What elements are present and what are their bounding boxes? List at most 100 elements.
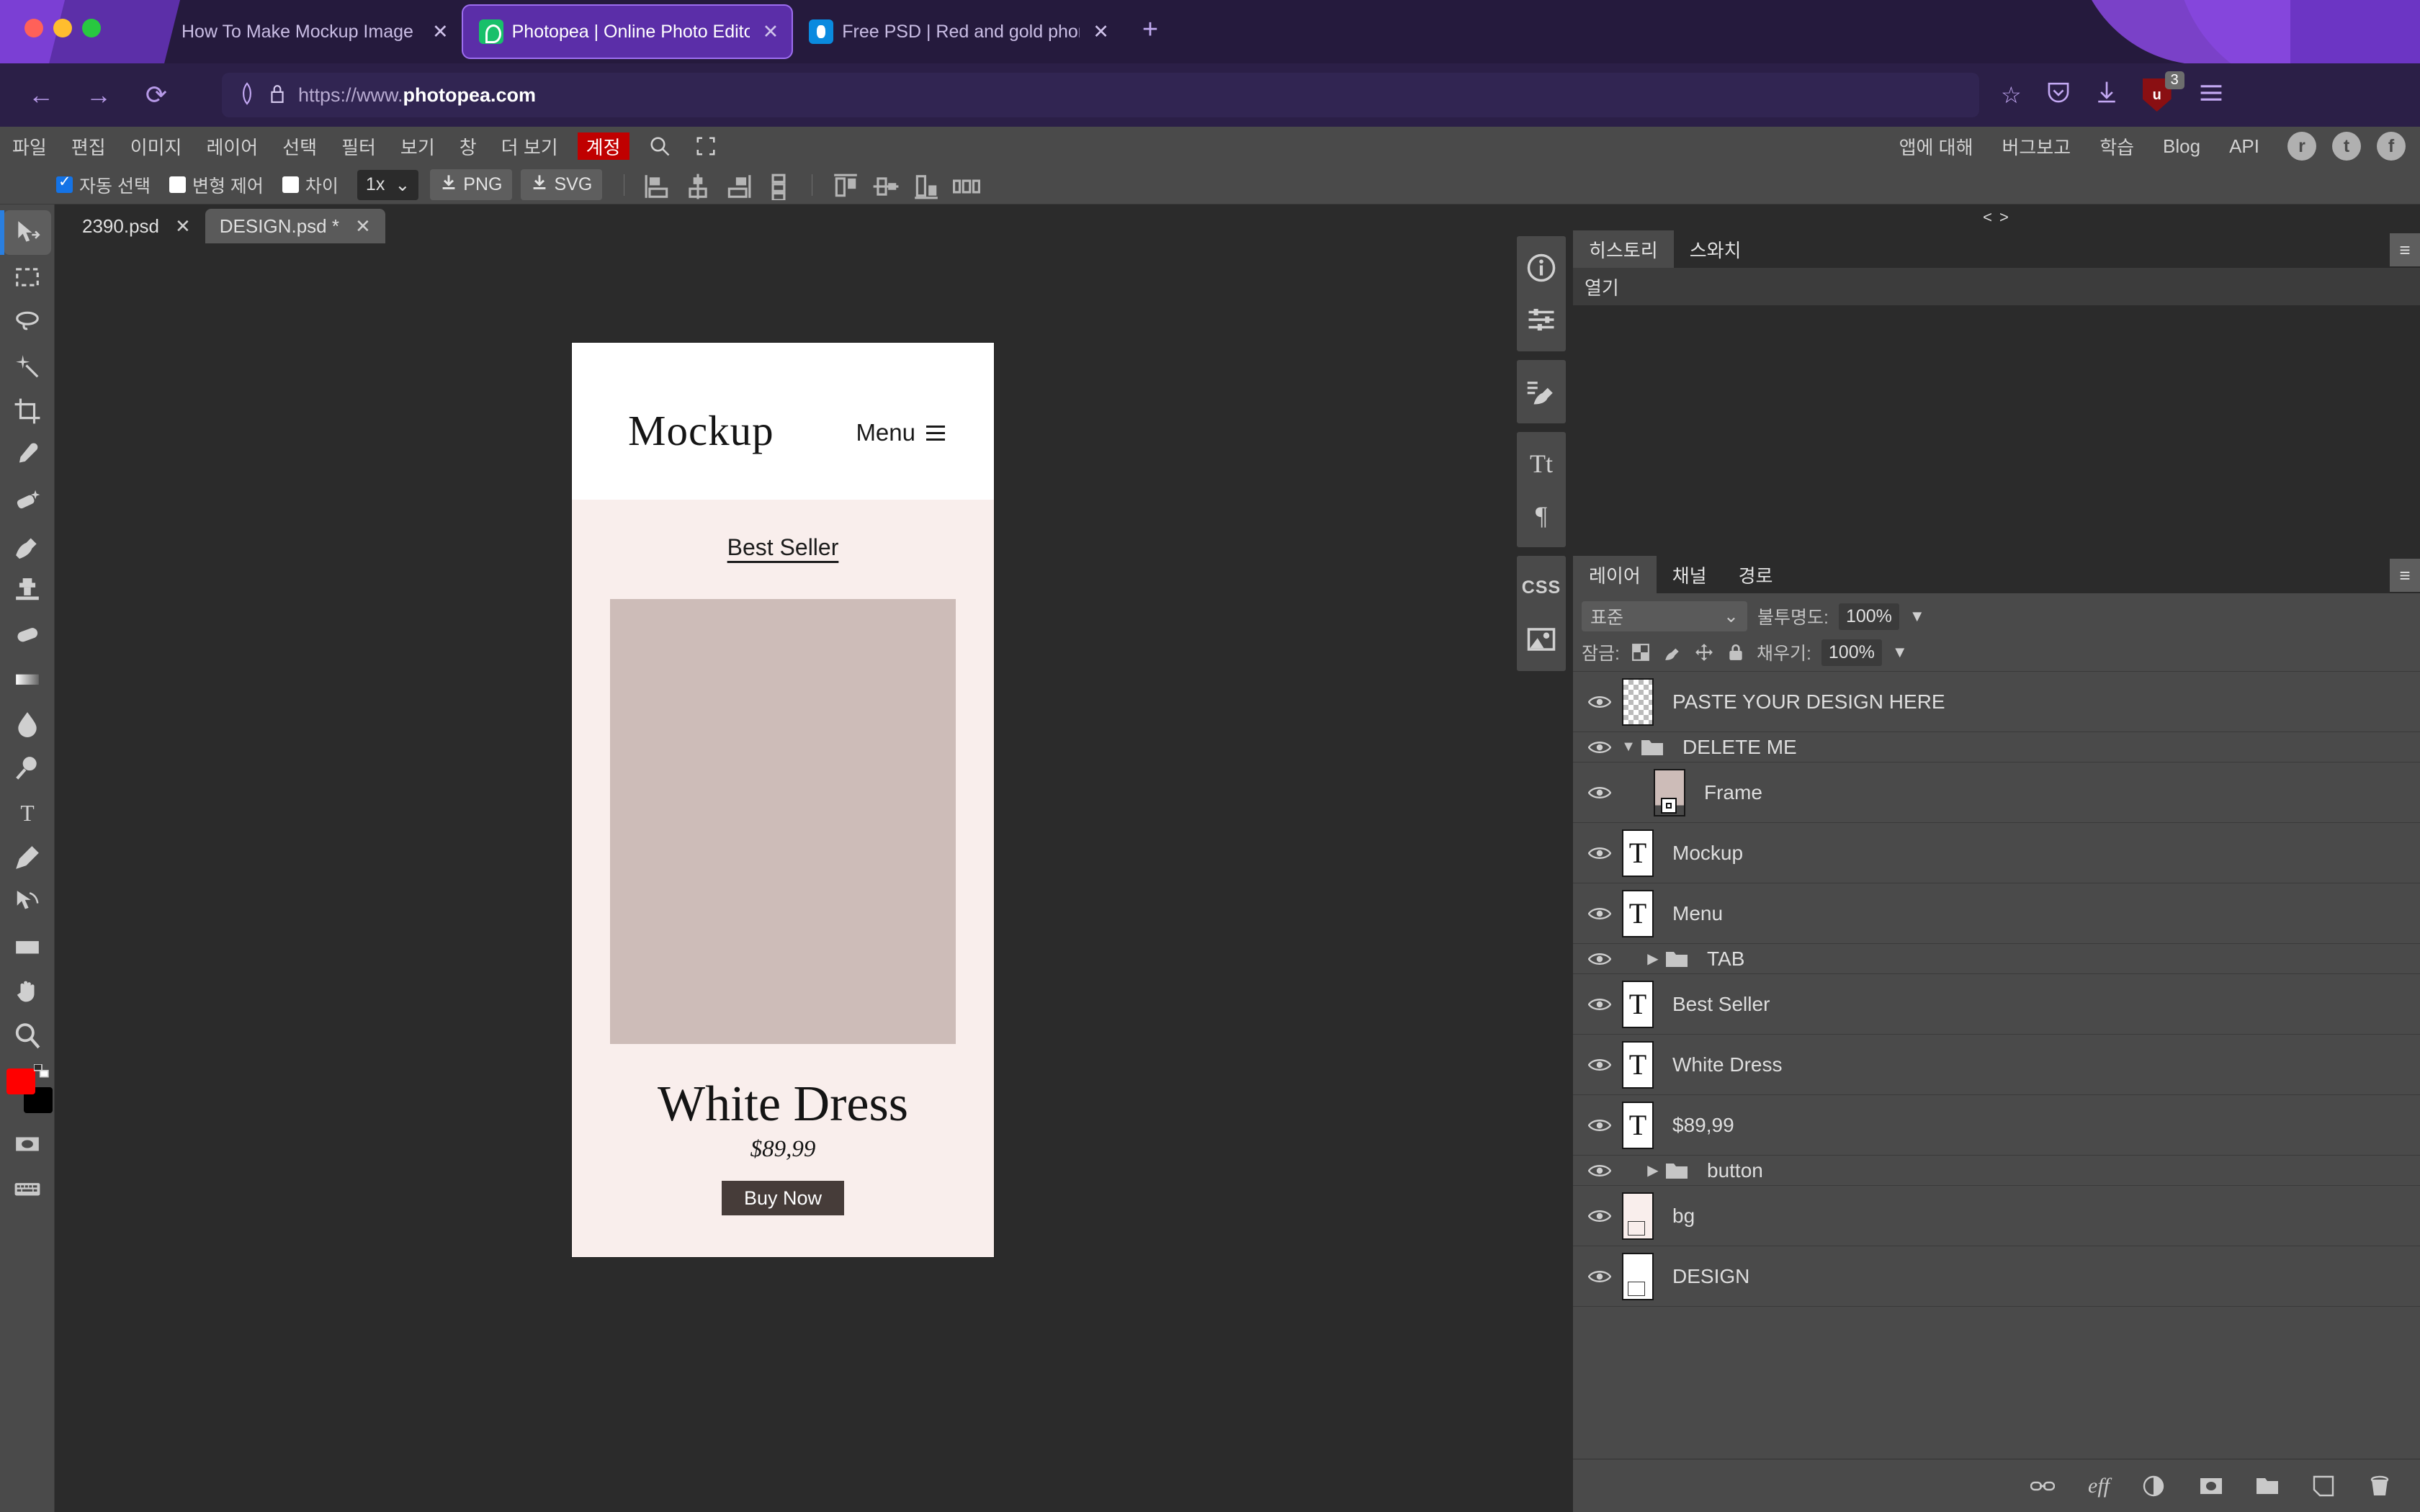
- path-selection-tool[interactable]: [4, 880, 51, 924]
- menu-edit[interactable]: 편집: [59, 127, 118, 166]
- group-expanded-icon[interactable]: ▼: [1616, 739, 1641, 755]
- close-tab-icon[interactable]: ✕: [1093, 21, 1109, 43]
- align-center-vertical-icon[interactable]: [872, 173, 900, 197]
- layer-visibility-icon[interactable]: [1583, 785, 1616, 801]
- transform-controls-option[interactable]: 변형 제어: [169, 172, 264, 198]
- link-blog[interactable]: Blog: [2151, 127, 2213, 166]
- tracking-shield-icon[interactable]: [238, 81, 256, 109]
- layer-mask-icon[interactable]: [2195, 1470, 2227, 1502]
- layer-row[interactable]: T White Dress: [1573, 1035, 2420, 1095]
- menu-select[interactable]: 선택: [270, 127, 329, 166]
- gradient-tool[interactable]: [4, 657, 51, 701]
- foreground-color-swatch[interactable]: [6, 1068, 35, 1094]
- bookmark-star-icon[interactable]: ☆: [2001, 81, 2022, 109]
- link-report-bug[interactable]: 버그보고: [1990, 127, 2084, 166]
- close-tab-icon[interactable]: ✕: [432, 21, 449, 43]
- layer-visibility-icon[interactable]: [1583, 1163, 1616, 1179]
- delete-layer-icon[interactable]: [2364, 1470, 2396, 1502]
- tab-paths[interactable]: 경로: [1723, 556, 1789, 593]
- back-button[interactable]: ←: [19, 73, 63, 117]
- browser-tab-2[interactable]: Photopea | Online Photo Editor ✕: [461, 4, 794, 59]
- link-api[interactable]: API: [2217, 127, 2272, 166]
- distribute-horizontal-icon[interactable]: [953, 173, 981, 197]
- layer-row[interactable]: T $89,99: [1573, 1095, 2420, 1156]
- layer-row[interactable]: bg: [1573, 1186, 2420, 1246]
- maximize-window-button[interactable]: [82, 19, 101, 37]
- eyedropper-tool[interactable]: [4, 433, 51, 478]
- info-icon[interactable]: [1517, 242, 1566, 294]
- menu-view[interactable]: 보기: [388, 127, 447, 166]
- align-bottom-icon[interactable]: [913, 173, 940, 199]
- panel-menu-icon[interactable]: ≡: [2390, 559, 2420, 592]
- layer-row[interactable]: PASTE YOUR DESIGN HERE: [1573, 672, 2420, 732]
- layer-row[interactable]: T Mockup: [1573, 823, 2420, 883]
- lock-position-icon[interactable]: [1693, 642, 1715, 662]
- default-colors-icon[interactable]: [32, 1063, 50, 1079]
- eraser-tool[interactable]: [4, 612, 51, 657]
- tab-layers[interactable]: 레이어: [1573, 556, 1657, 593]
- fullscreen-icon[interactable]: [683, 127, 729, 166]
- auto-select-checkbox[interactable]: [56, 173, 73, 193]
- hand-tool[interactable]: [4, 969, 51, 1014]
- transform-controls-checkbox[interactable]: [169, 176, 186, 193]
- keyboard-shortcuts-icon[interactable]: [4, 1166, 51, 1211]
- mockup-menu[interactable]: Menu: [856, 419, 945, 446]
- layer-visibility-icon[interactable]: [1583, 845, 1616, 861]
- facebook-icon[interactable]: f: [2377, 132, 2406, 161]
- mockup-buy-now-button[interactable]: Buy Now: [722, 1181, 844, 1215]
- lock-all-icon[interactable]: [1725, 642, 1747, 662]
- magic-wand-tool[interactable]: [4, 344, 51, 389]
- fill-dropdown-icon[interactable]: ▼: [1892, 643, 1908, 662]
- marquee-tool[interactable]: [4, 255, 51, 300]
- opacity-value[interactable]: 100%: [1838, 603, 1899, 630]
- minimize-window-button[interactable]: [53, 19, 72, 37]
- blend-mode-dropdown[interactable]: 표준 ⌄: [1582, 601, 1747, 631]
- layer-effects-icon[interactable]: eff: [2083, 1470, 2115, 1502]
- rectangle-tool[interactable]: [4, 924, 51, 969]
- difference-checkbox[interactable]: [282, 176, 299, 193]
- move-tool[interactable]: [0, 210, 51, 255]
- twitter-icon[interactable]: t: [2332, 132, 2361, 161]
- adjustments-icon[interactable]: [1517, 294, 1566, 346]
- panel-menu-icon[interactable]: ≡: [2390, 233, 2420, 266]
- link-layers-icon[interactable]: [2027, 1470, 2058, 1502]
- menu-more[interactable]: 더 보기: [489, 127, 570, 166]
- difference-option[interactable]: 차이: [282, 172, 339, 198]
- document-tab-2390[interactable]: 2390.psd ✕: [68, 209, 205, 243]
- close-tab-icon[interactable]: ✕: [763, 21, 779, 43]
- layer-visibility-icon[interactable]: [1583, 694, 1616, 710]
- layer-visibility-icon[interactable]: [1583, 1208, 1616, 1224]
- adjustment-layer-icon[interactable]: [2139, 1470, 2171, 1502]
- panel-collapse-left-handle[interactable]: < >: [1573, 204, 2420, 230]
- document-tab-design[interactable]: DESIGN.psd * ✕: [205, 209, 385, 243]
- reddit-icon[interactable]: r: [2287, 132, 2316, 161]
- clone-stamp-tool[interactable]: [4, 567, 51, 612]
- group-collapsed-icon[interactable]: ▶: [1641, 950, 1665, 968]
- type-tool[interactable]: T: [4, 791, 51, 835]
- layer-visibility-icon[interactable]: [1583, 739, 1616, 755]
- new-tab-button[interactable]: +: [1142, 14, 1158, 45]
- css-icon[interactable]: CSS: [1517, 562, 1566, 613]
- layer-row[interactable]: T Best Seller: [1573, 974, 2420, 1035]
- brush-settings-icon[interactable]: [1517, 366, 1566, 418]
- export-svg-button[interactable]: SVG: [521, 169, 603, 200]
- character-icon[interactable]: Tt: [1517, 438, 1566, 490]
- browser-tab-1[interactable]: How To Make Mockup Image · Devle ✕: [166, 4, 462, 59]
- canvas-area[interactable]: Mockup Menu Best Seller White Dress $89,…: [55, 243, 1510, 1512]
- address-bar[interactable]: https://www.photopea.com: [222, 73, 1979, 117]
- image-icon[interactable]: [1517, 613, 1566, 665]
- menu-window[interactable]: 창: [447, 127, 489, 166]
- account-button[interactable]: 계정: [577, 132, 629, 160]
- menu-layer[interactable]: 레이어: [194, 127, 270, 166]
- link-learn[interactable]: 학습: [2087, 127, 2146, 166]
- pocket-icon[interactable]: [2046, 80, 2071, 110]
- close-document-icon[interactable]: ✕: [355, 215, 371, 238]
- layer-visibility-icon[interactable]: [1583, 996, 1616, 1012]
- layer-row[interactable]: ▼ DELETE ME: [1573, 732, 2420, 762]
- tab-channels[interactable]: 채널: [1657, 556, 1723, 593]
- menu-image[interactable]: 이미지: [118, 127, 194, 166]
- lock-pixels-icon[interactable]: [1662, 642, 1683, 662]
- forward-button[interactable]: →: [76, 73, 121, 117]
- search-icon[interactable]: [637, 127, 683, 166]
- align-left-icon[interactable]: [644, 173, 671, 198]
